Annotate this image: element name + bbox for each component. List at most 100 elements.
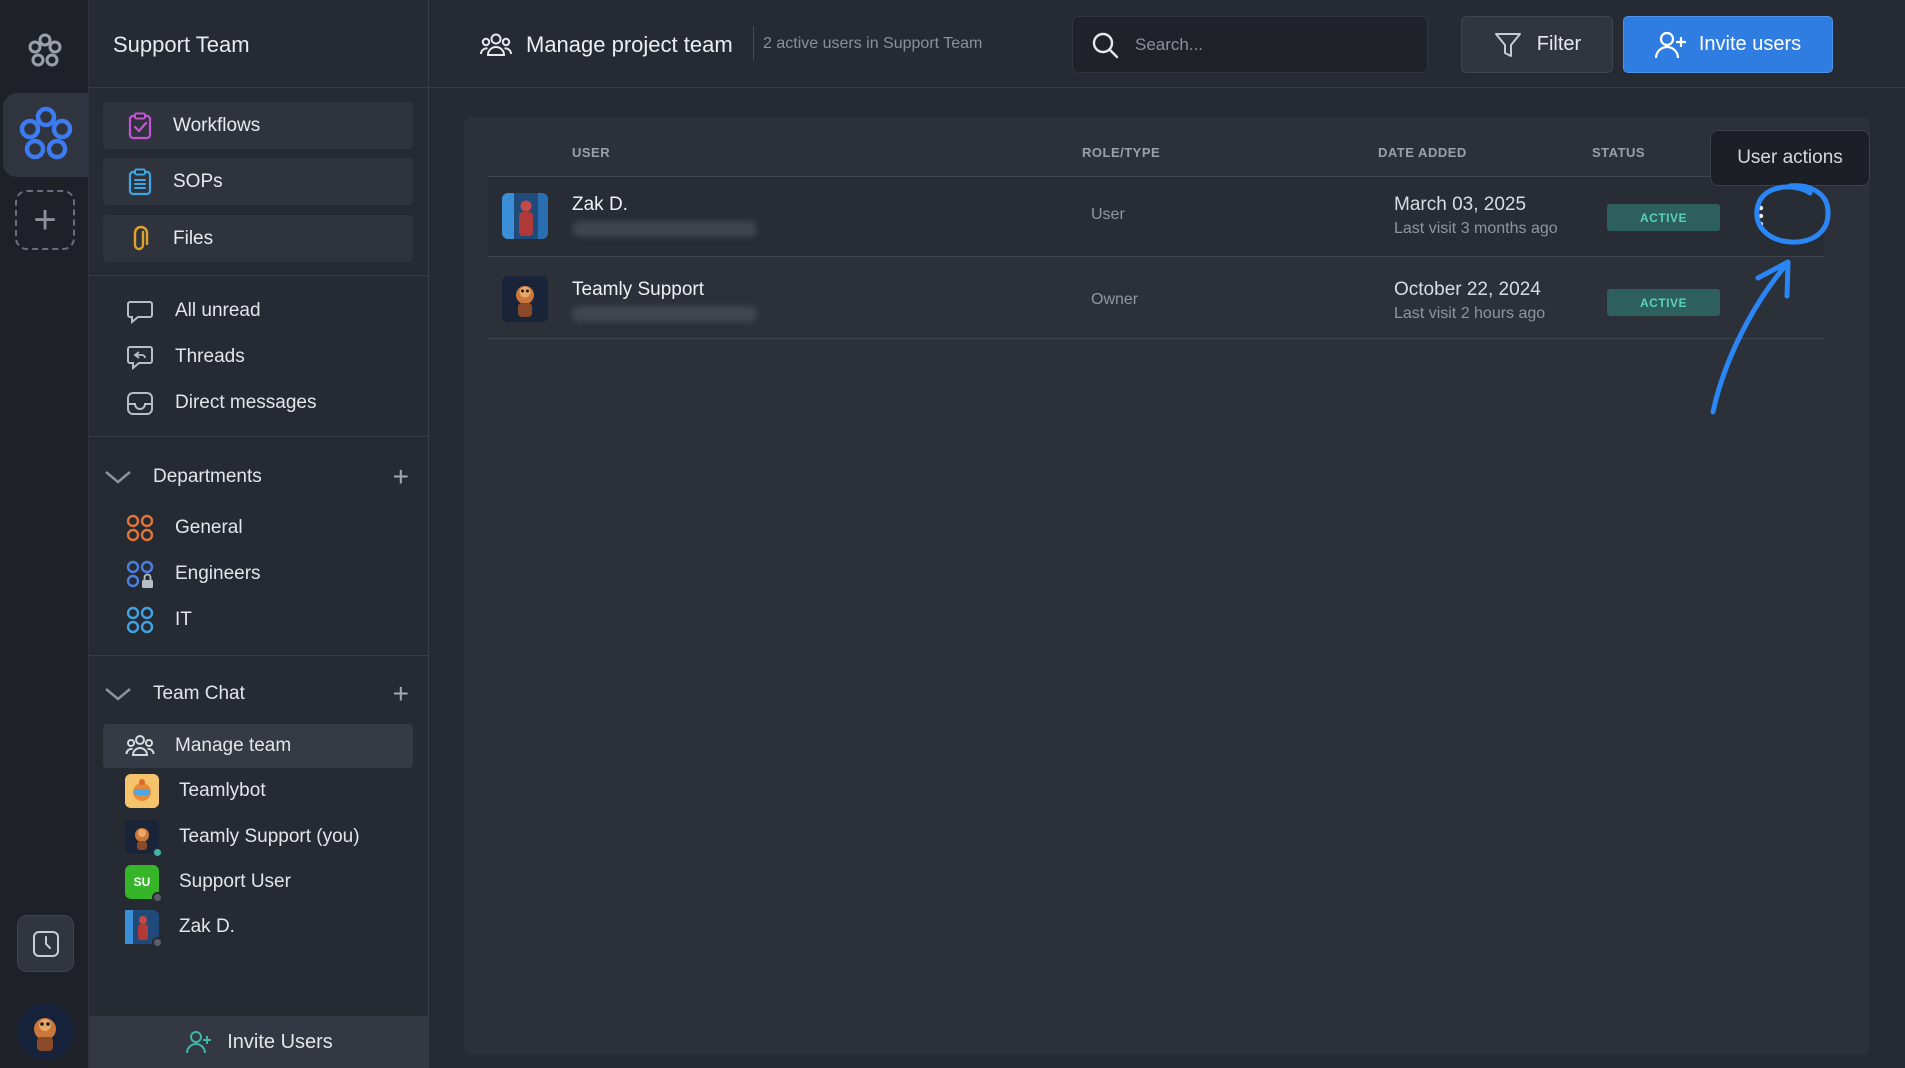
- inbox-icon: [127, 392, 153, 415]
- invite-users-footer-button[interactable]: Invite Users: [89, 1016, 429, 1068]
- sidebar-item-threads[interactable]: Threads: [103, 335, 413, 379]
- add-workspace-button[interactable]: +: [15, 190, 75, 250]
- filter-button[interactable]: Filter: [1461, 16, 1613, 73]
- chevron-down-icon[interactable]: [103, 467, 133, 487]
- sidebar-item-label: Zak D.: [179, 916, 235, 937]
- sidebar-item-label: Manage team: [175, 735, 292, 756]
- department-icon: [126, 514, 154, 542]
- sidebar-item-files[interactable]: Files: [103, 215, 413, 262]
- department-icon: [126, 606, 154, 634]
- sidebar-item-it[interactable]: IT: [103, 598, 413, 642]
- offline-indicator: [152, 937, 163, 948]
- offline-indicator: [152, 892, 163, 903]
- active-users-count: 2 active users in Support Team: [763, 35, 983, 52]
- user-email-redacted: [572, 221, 757, 237]
- sidebar-item-manage-team[interactable]: Manage team: [103, 724, 413, 768]
- user-role: Owner: [1091, 291, 1139, 308]
- locked-department-icon: [126, 560, 154, 588]
- last-visit: Last visit 2 hours ago: [1394, 305, 1546, 322]
- sidebar-item-teamlybot[interactable]: Teamlybot: [103, 769, 413, 813]
- column-header-status[interactable]: STATUS: [1592, 145, 1645, 160]
- sidebar-item-workflows[interactable]: Workflows: [103, 102, 413, 149]
- divider: [89, 275, 429, 276]
- user-actions-tooltip: User actions: [1710, 130, 1870, 186]
- avatar-initials: SU: [133, 875, 151, 889]
- page-header: Manage project team 2 active users in Su…: [430, 0, 1905, 88]
- user-name: Teamly Support: [572, 279, 705, 300]
- sidebar-item-sops[interactable]: SOPs: [103, 158, 413, 205]
- online-indicator: [152, 847, 163, 858]
- sidebar-item-label: Engineers: [175, 563, 261, 584]
- section-title: Team Chat: [153, 683, 245, 704]
- sidebar-item-teamly-support-you[interactable]: Teamly Support (you): [103, 815, 413, 859]
- divider: [753, 26, 754, 60]
- sidebar-item-label: SOPs: [173, 170, 223, 192]
- team-icon: [480, 33, 512, 56]
- table-row[interactable]: Teamly Support Owner October 22, 2024 La…: [488, 258, 1824, 339]
- profile-avatar[interactable]: [17, 1003, 74, 1060]
- history-button[interactable]: [17, 915, 74, 972]
- divider: [89, 87, 429, 88]
- add-user-icon: [186, 1031, 212, 1054]
- workspace-logo-icon: [19, 106, 73, 160]
- page-title: Manage project team: [480, 30, 733, 60]
- sidebar-item-label: General: [175, 517, 243, 538]
- support-user-avatar: SU: [125, 865, 163, 903]
- user-avatar: [502, 276, 548, 322]
- invite-users-button-label: Invite users: [1698, 33, 1802, 55]
- departments-section-header[interactable]: Departments +: [103, 457, 413, 497]
- user-avatar: [502, 193, 548, 239]
- user-name: Zak D.: [572, 194, 628, 215]
- sidebar-item-label: All unread: [175, 300, 261, 321]
- status-badge: ACTIVE: [1607, 289, 1720, 316]
- add-department-icon[interactable]: +: [393, 463, 409, 491]
- teamly-support-avatar: [125, 820, 163, 858]
- app-root: + Support Team Workflows SOPs Files All …: [0, 0, 1905, 1068]
- paperclip-icon: [133, 225, 149, 250]
- user-email-redacted: [572, 306, 757, 322]
- column-header-role[interactable]: ROLE/TYPE: [1082, 145, 1160, 160]
- sidebar-item-support-user[interactable]: SU Support User: [103, 860, 413, 904]
- users-table-panel: USER ROLE/TYPE DATE ADDED STATUS Zak D. …: [464, 117, 1870, 1055]
- column-header-user[interactable]: USER: [572, 145, 610, 160]
- filter-button-label: Filter: [1536, 33, 1582, 55]
- workspace-switch-support-team[interactable]: [3, 93, 89, 177]
- threads-icon: [127, 346, 153, 371]
- sop-icon: [128, 168, 152, 195]
- zak-avatar: [125, 910, 163, 948]
- teamlybot-avatar: [125, 774, 159, 808]
- sidebar-item-label: Threads: [175, 346, 245, 367]
- section-title: Departments: [153, 466, 262, 487]
- sidebar-item-label: Support User: [179, 871, 291, 892]
- table-row[interactable]: Zak D. User March 03, 2025 Last visit 3 …: [488, 177, 1824, 257]
- sidebar-item-label: Files: [173, 227, 214, 249]
- team-chat-section-header[interactable]: Team Chat +: [103, 674, 413, 714]
- workflow-icon: [128, 112, 152, 139]
- divider: [89, 436, 429, 437]
- sidebar-item-all-unread[interactable]: All unread: [103, 289, 413, 333]
- sidebar-item-engineers[interactable]: Engineers: [103, 552, 413, 596]
- search-icon: [1092, 32, 1119, 58]
- app-logo-icon[interactable]: [20, 26, 70, 76]
- date-added: March 03, 2025: [1394, 194, 1527, 215]
- add-user-icon: [1654, 31, 1686, 58]
- team-icon: [125, 735, 155, 756]
- sidebar-item-label: Teamlybot: [179, 780, 266, 801]
- workspace-rail: +: [0, 0, 89, 1068]
- sidebar-item-zak-d[interactable]: Zak D.: [103, 905, 413, 949]
- workspace-name: Support Team: [113, 32, 250, 57]
- kebab-menu-icon: [1758, 205, 1764, 227]
- chevron-down-icon[interactable]: [103, 684, 133, 704]
- add-chat-icon[interactable]: +: [393, 680, 409, 708]
- invite-users-button[interactable]: Invite users: [1623, 16, 1833, 73]
- divider: [89, 655, 429, 656]
- sidebar-item-label: Workflows: [173, 114, 261, 136]
- search-input[interactable]: [1135, 34, 1395, 55]
- user-actions-button[interactable]: [1733, 188, 1789, 244]
- sidebar-item-direct-messages[interactable]: Direct messages: [103, 381, 413, 425]
- sidebar-item-general[interactable]: General: [103, 506, 413, 550]
- filter-icon: [1494, 32, 1521, 57]
- sidebar-item-label: Direct messages: [175, 392, 317, 413]
- search-box[interactable]: [1072, 16, 1428, 73]
- column-header-date-added[interactable]: DATE ADDED: [1378, 145, 1467, 160]
